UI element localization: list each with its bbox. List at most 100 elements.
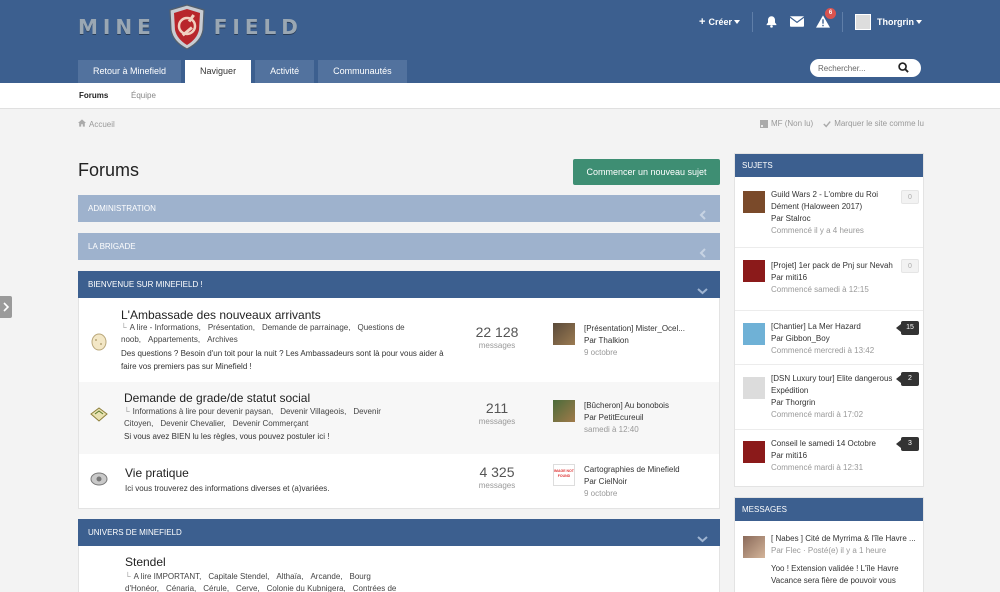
tab-naviguer[interactable]: Naviguer (185, 60, 252, 83)
sidebar-toggle[interactable] (0, 296, 12, 318)
topic-item[interactable]: Conseil le samedi 14 Octobre Par miti16 … (735, 430, 923, 486)
search-icon[interactable] (898, 61, 909, 75)
avatar[interactable]: IMAGE NOT FOUND (553, 464, 575, 486)
last-post-author[interactable]: Par PetitEcureuil (584, 412, 699, 424)
message-title[interactable]: [ Nabes ] Cité de Myrrima & l'île Havre … (771, 533, 921, 545)
widget-title: MESSAGES (735, 498, 923, 521)
tab-communautes[interactable]: Communautés (318, 60, 407, 83)
subforum-link[interactable]: Appartements, (148, 335, 200, 344)
avatar[interactable] (743, 323, 765, 345)
last-post-title[interactable]: [Bûcheron] Au bonobois (584, 400, 699, 412)
site-logo[interactable]: MINE FIELD (78, 4, 303, 50)
subforum-link[interactable]: Capitale Stendel, (208, 572, 269, 581)
topic-meta: Commencé samedi à 12:15 (771, 285, 869, 294)
subforum-link[interactable]: Cérule, (203, 584, 229, 592)
forum-title[interactable]: L'Ambassade des nouveaux arrivants (121, 308, 321, 322)
reports-button[interactable]: 6 (816, 7, 836, 30)
reply-count: 2 (896, 372, 919, 386)
topic-author[interactable]: Par Thorgrin (771, 397, 896, 409)
topic-title[interactable]: [DSN Luxury tour] Elite dangerous Expédi… (771, 373, 896, 397)
forum-description: Des questions ? Besoin d'un toit pour la… (121, 349, 444, 371)
subforum-link[interactable]: A lire IMPORTANT, (134, 572, 202, 581)
avatar[interactable] (743, 377, 765, 399)
post-count-label: messages (478, 341, 516, 350)
avatar[interactable] (743, 441, 765, 463)
chevron-down-icon (916, 20, 922, 24)
subnav-equipe[interactable]: Équipe (131, 91, 156, 100)
topic-item[interactable]: [Projet] 1er pack de Pnj sur Nevah Par m… (735, 248, 923, 311)
subnav-forums[interactable]: Forums (79, 91, 108, 100)
subforum-link[interactable]: Devenir Commerçant (233, 419, 309, 428)
topic-title[interactable]: [Projet] 1er pack de Pnj sur Nevah (771, 260, 896, 272)
subforum-link[interactable]: Archives (207, 335, 238, 344)
create-menu[interactable]: + Créer (699, 16, 740, 28)
breadcrumb: Accueil (78, 119, 115, 129)
subforum-link[interactable]: Cerve, (236, 584, 260, 592)
post-count-value: 4 325 (479, 464, 515, 480)
last-post-author[interactable]: Par CielNoir (584, 476, 699, 488)
chevron-left-icon[interactable] (698, 204, 708, 231)
forum-title[interactable]: Demande de grade/de statut social (124, 391, 310, 405)
rss-icon (759, 119, 768, 128)
avatar[interactable] (743, 536, 765, 558)
tab-retour-minefield[interactable]: Retour à Minefield (78, 60, 182, 83)
topic-author[interactable]: Par Gibbon_Boy (771, 333, 896, 345)
subforum-link[interactable]: Devenir Chevalier, (160, 419, 225, 428)
search-input[interactable] (818, 63, 898, 73)
last-post-author[interactable]: Par Thalkion (584, 335, 699, 347)
breadcrumb-home[interactable]: Accueil (89, 120, 115, 129)
check-icon (823, 120, 831, 128)
shield-logo-icon (168, 4, 206, 50)
category-header-univers[interactable]: UNIVERS DE MINEFIELD (78, 519, 720, 546)
envelope-icon (789, 15, 805, 29)
topic-item[interactable]: [DSN Luxury tour] Elite dangerous Expédi… (735, 365, 923, 430)
topic-item[interactable]: [Chantier] La Mer Hazard Par Gibbon_Boy … (735, 311, 923, 365)
topic-title[interactable]: [Chantier] La Mer Hazard (771, 321, 896, 333)
message-excerpt: Yoo ! Extension validée ! L'île Havre Va… (771, 564, 899, 585)
topic-author[interactable]: Par miti16 (771, 272, 896, 284)
message-item[interactable]: [ Nabes ] Cité de Myrrima & l'île Havre … (735, 521, 923, 592)
user-menu[interactable]: Thorgrin (855, 14, 922, 30)
reply-count: 0 (901, 259, 919, 273)
avatar[interactable] (743, 191, 765, 213)
topic-title[interactable]: Guild Wars 2 - L'ombre du Roi Dément (Ha… (771, 189, 896, 213)
subforum-link[interactable]: Devenir Villageois, (280, 407, 346, 416)
topic-author[interactable]: Par miti16 (771, 450, 896, 462)
tab-activite[interactable]: Activité (255, 60, 315, 83)
topic-meta: Commencé mardi à 17:02 (771, 410, 864, 419)
topic-meta: Commencé il y a 4 heures (771, 226, 864, 235)
forum-title[interactable]: Stendel (125, 555, 166, 569)
subforum-link[interactable]: Présentation, (208, 323, 255, 332)
category-title: ADMINISTRATION (88, 204, 156, 213)
last-post-title[interactable]: [Présentation] Mister_Ocel... (584, 323, 699, 335)
chevron-left-icon[interactable] (698, 242, 708, 269)
post-count-value: 22 128 (475, 324, 519, 340)
subforum-link[interactable]: Cénaria, (166, 584, 196, 592)
new-topic-button[interactable]: Commencer un nouveau sujet (573, 159, 720, 185)
unread-link[interactable]: MF (Non lu) (759, 119, 814, 128)
topic-title[interactable]: Conseil le samedi 14 Octobre (771, 438, 896, 450)
forum-title[interactable]: Vie pratique (125, 466, 189, 480)
subforum-link[interactable]: Informations à lire pour devenir paysan, (133, 407, 274, 416)
subforum-arrow-icon: └ (121, 323, 127, 332)
topic-author[interactable]: Par Stalroc (771, 213, 896, 225)
topic-meta: Commencé mardi à 12:31 (771, 463, 864, 472)
mark-read-link[interactable]: Marquer le site comme lu (823, 119, 924, 128)
avatar[interactable] (553, 323, 575, 345)
subforum-link[interactable]: Althaïa, (276, 572, 303, 581)
last-post-title[interactable]: Cartographies de Minefield (584, 464, 699, 476)
subforum-link[interactable]: Arcande, (310, 572, 342, 581)
unread-label: MF (Non lu) (770, 119, 814, 128)
main-navigation: Retour à Minefield Naviguer Activité Com… (78, 60, 411, 83)
subforum-link[interactable]: Colonie du Kubnigera, (267, 584, 346, 592)
category-header-administration[interactable]: ADMINISTRATION (78, 195, 720, 222)
avatar[interactable] (553, 400, 575, 422)
notifications-button[interactable] (765, 15, 778, 30)
avatar[interactable] (743, 260, 765, 282)
category-header-bienvenue[interactable]: BIENVENUE SUR MINEFIELD ! (78, 271, 720, 298)
topic-item[interactable]: Guild Wars 2 - L'ombre du Roi Dément (Ha… (735, 177, 923, 248)
subforum-link[interactable]: Demande de parrainage, (262, 323, 351, 332)
messages-button[interactable] (789, 15, 805, 29)
category-header-brigade[interactable]: LA BRIGADE (78, 233, 720, 260)
subforum-link[interactable]: A lire - Informations, (130, 323, 201, 332)
